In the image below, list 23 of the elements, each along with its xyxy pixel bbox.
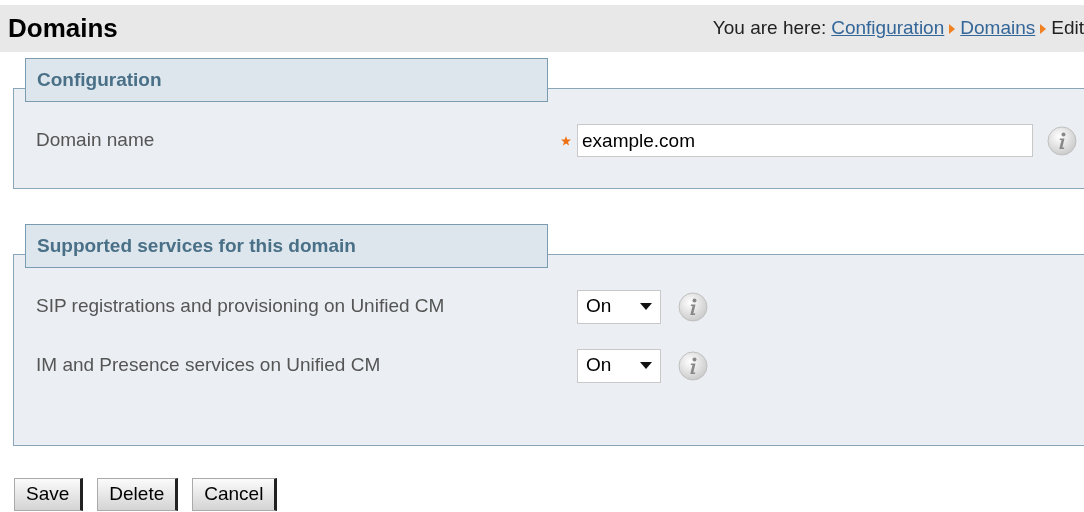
chevron-icon [949, 23, 956, 34]
action-button[interactable]: Delete [97, 478, 179, 511]
page-title: Domains [8, 12, 118, 45]
section-heading: Configuration [25, 58, 548, 102]
caret-icon [640, 303, 652, 310]
field-label: SIP registrations and provisioning on Unified CM [36, 294, 446, 319]
section-heading: Supported services for this domain [25, 224, 548, 268]
info-icon[interactable] [1047, 125, 1077, 156]
caret-icon [640, 362, 652, 369]
chevron-icon [1040, 23, 1047, 34]
text-field[interactable]: example.com [577, 124, 1033, 157]
dropdown[interactable]: On [577, 289, 661, 324]
info-icon[interactable] [678, 291, 708, 322]
breadcrumb-label: You are here: [712, 16, 827, 41]
field-label: IM and Presence services on Unified CM [36, 353, 382, 378]
field-label: Domain name [36, 128, 156, 153]
action-button[interactable]: Cancel [192, 478, 278, 511]
breadcrumb-current: Edit [1051, 16, 1084, 41]
info-icon[interactable] [678, 350, 708, 381]
breadcrumb-link[interactable]: Domains [960, 14, 1036, 43]
dropdown[interactable]: On [577, 348, 661, 383]
action-button[interactable]: Save [14, 478, 84, 511]
breadcrumb-link[interactable]: Configuration [831, 14, 945, 43]
